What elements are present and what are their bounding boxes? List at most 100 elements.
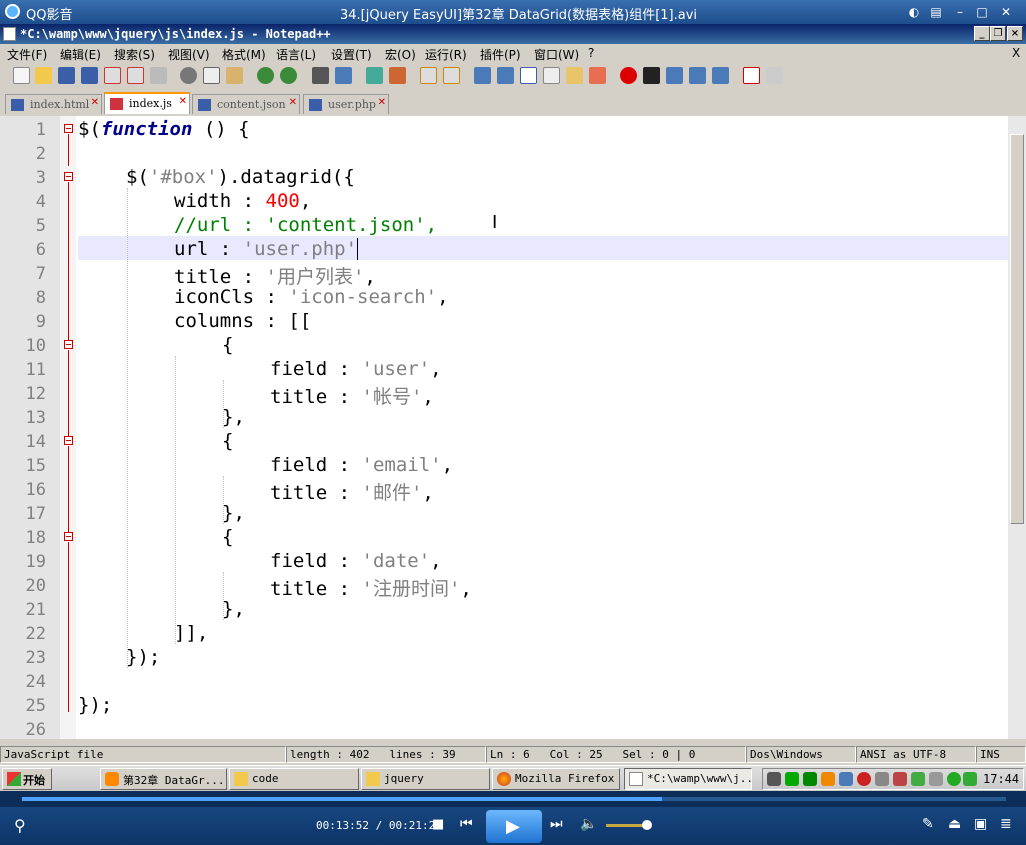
save-all-icon[interactable] [81,67,98,84]
taskbar-item-firefox[interactable]: Mozilla Firefox [492,768,620,790]
play-multiple-macro-icon[interactable] [689,67,706,84]
doc-map-icon[interactable] [566,67,583,84]
tab-index-html[interactable]: index.html ✕ [5,94,102,114]
function-list-icon[interactable] [589,67,606,84]
menu-macro[interactable]: 宏(O) [385,46,416,63]
editor-restore-button[interactable]: ❐ [990,26,1006,41]
tab-close-icon[interactable]: ✕ [289,97,297,108]
next-icon[interactable]: ⏭ [550,816,563,832]
print-icon[interactable] [150,67,167,84]
start-button[interactable]: 开始 [2,768,52,790]
playlist-icon[interactable]: ≣ [1000,816,1012,832]
close-all-icon[interactable] [127,67,144,84]
line-number: 4 [35,192,46,212]
tools-icon[interactable]: ✎ [922,816,934,832]
player-menu-icon[interactable]: ▤ [928,4,944,20]
play-button[interactable]: ▶ [486,810,542,843]
sync-horizontal-icon[interactable] [443,67,460,84]
tab-index-js[interactable]: index.js ✕ [104,92,190,114]
fold-marker-icon[interactable] [64,340,73,349]
tab-close-icon[interactable]: ✕ [91,97,99,108]
code-line: $(function () { [78,118,250,140]
undo-icon[interactable] [257,67,274,84]
stop-macro-icon[interactable] [643,67,660,84]
record-macro-icon[interactable] [620,67,637,84]
close-document-x[interactable]: X [1012,46,1020,60]
save-macro-icon[interactable] [712,67,729,84]
paste-icon[interactable] [226,67,243,84]
menu-help[interactable]: ? [588,46,594,60]
tray-app-icon[interactable] [911,772,925,786]
menu-format[interactable]: 格式(M) [222,46,266,63]
fold-marker-icon[interactable] [64,124,73,133]
copy-icon[interactable] [203,67,220,84]
taskbar-item-code-folder[interactable]: code [229,768,359,790]
menu-file[interactable]: 文件(F) [7,46,47,63]
tray-update-icon[interactable] [947,772,961,786]
tray-app-icon[interactable] [803,772,817,786]
tray-app-icon[interactable] [929,772,943,786]
zoom-out-icon[interactable] [389,67,406,84]
tray-app-icon[interactable] [785,772,799,786]
tray-network-icon[interactable] [839,772,853,786]
volume-icon[interactable]: 🔈 [580,816,597,832]
player-close-button[interactable]: ✕ [998,4,1014,20]
menu-view[interactable]: 视图(V) [168,46,210,63]
player-pin-icon[interactable]: ⚲ [14,816,26,835]
zoom-in-icon[interactable] [366,67,383,84]
fold-marker-icon[interactable] [64,172,73,181]
indent-guide-icon[interactable] [520,67,537,84]
open-file-icon[interactable] [35,67,52,84]
tab-label: content.json [217,98,286,111]
editor-close-button[interactable]: × [1007,26,1023,41]
fold-marker-icon[interactable] [64,436,73,445]
tray-shield-icon[interactable] [963,772,977,786]
tab-content-json[interactable]: content.json ✕ [192,94,300,114]
play-macro-icon[interactable] [666,67,683,84]
close-file-icon[interactable] [104,67,121,84]
fullscreen-icon[interactable]: ▣ [974,816,987,832]
save-icon[interactable] [58,67,75,84]
tray-keyboard-icon[interactable] [767,772,781,786]
replace-icon[interactable] [335,67,352,84]
tray-app-icon[interactable] [893,772,907,786]
word-wrap-icon[interactable] [474,67,491,84]
menu-run[interactable]: 运行(R) [425,46,467,63]
user-lang-icon[interactable] [543,67,560,84]
menu-window[interactable]: 窗口(W) [534,46,579,63]
tray-chart-icon[interactable] [821,772,835,786]
taskbar-item-qq-player[interactable]: 第32章 DataGr... [100,768,227,790]
stop-icon[interactable]: ■ [432,817,444,832]
eject-icon[interactable]: ⏏ [948,816,961,832]
player-maximize-button[interactable]: □ [974,4,990,20]
code-editor[interactable]: 1 2 3 4 5 6 7 8 9 10 11 12 13 14 15 16 1… [0,116,1008,739]
show-all-chars-icon[interactable] [497,67,514,84]
tray-volume-icon[interactable] [875,772,889,786]
menu-settings[interactable]: 设置(T) [331,46,372,63]
tab-close-icon[interactable]: ✕ [378,97,386,108]
sync-vertical-icon[interactable] [420,67,437,84]
menu-plugins[interactable]: 插件(P) [480,46,521,63]
spell-check-icon[interactable] [743,67,760,84]
menu-edit[interactable]: 编辑(E) [60,46,101,63]
redo-icon[interactable] [280,67,297,84]
menu-language[interactable]: 语言(L) [276,46,316,63]
find-icon[interactable] [312,67,329,84]
taskbar-item-jquery-folder[interactable]: jquery [361,768,490,790]
scrollbar-thumb[interactable] [1010,134,1024,524]
cut-icon[interactable] [180,67,197,84]
taskbar-item-notepadpp[interactable]: *C:\wamp\www\j... [624,768,752,790]
new-file-icon[interactable] [13,67,30,84]
tab-user-php[interactable]: user.php ✕ [303,94,389,114]
code-line: field : 'date', [270,550,442,572]
tab-close-icon[interactable]: ✕ [179,96,187,107]
player-skin-icon[interactable]: ◐ [906,4,922,20]
fold-marker-icon[interactable] [64,532,73,541]
previous-icon[interactable]: ⏮ [460,816,473,832]
menu-search[interactable]: 搜索(S) [114,46,155,63]
tray-security-icon[interactable] [857,772,871,786]
editor-minimize-button[interactable]: _ [974,26,990,41]
settings-icon[interactable] [766,67,783,84]
player-minimize-button[interactable]: – [952,4,968,20]
volume-slider-thumb[interactable] [642,820,652,830]
